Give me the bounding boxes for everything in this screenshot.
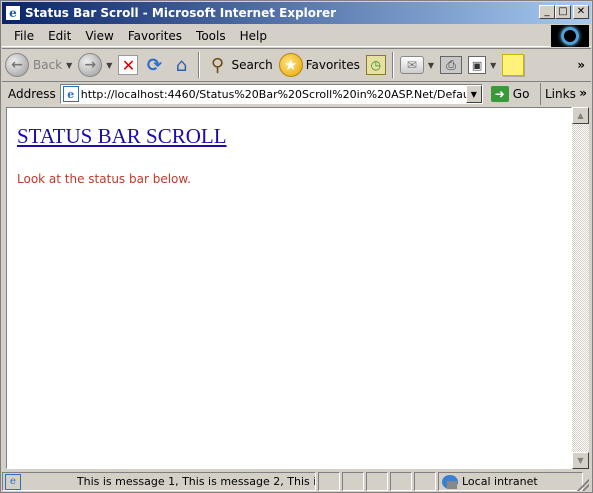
standard-toolbar: ← Back ▼ → ▼ ✕ ⟳ ⌂ ⚲ Search ★ Favorites … — [2, 48, 591, 82]
address-label: Address — [8, 87, 56, 101]
browser-window: e Status Bar Scroll - Microsoft Internet… — [0, 0, 593, 493]
maximize-button[interactable]: □ — [555, 5, 571, 19]
address-dropdown-icon[interactable]: ▼ — [465, 85, 482, 103]
history-icon: ◷ — [365, 55, 386, 75]
links-overflow-icon[interactable]: » — [579, 86, 587, 100]
links-toolbar[interactable]: Links — [540, 83, 576, 105]
edit-button[interactable]: ▣ ▼ — [465, 50, 499, 80]
go-arrow-icon: ➜ — [490, 86, 509, 102]
forward-arrow-icon: → — [78, 53, 103, 77]
status-panel — [342, 472, 364, 491]
security-zone-panel[interactable]: Local intranet — [438, 472, 583, 491]
menu-favorites[interactable]: Favorites — [121, 29, 189, 43]
status-panel — [318, 472, 340, 491]
mail-dropdown-icon[interactable]: ▼ — [428, 61, 434, 70]
refresh-icon: ⟳ — [146, 54, 162, 76]
windows-throbber-icon — [551, 25, 589, 47]
menu-file[interactable]: File — [2, 29, 41, 43]
page-viewport: STATUS BAR SCROLL Look at the status bar… — [6, 107, 572, 469]
notes-button[interactable] — [499, 50, 527, 80]
status-bar: e This is message 1, This is message 2, … — [2, 471, 591, 492]
resize-grip-icon[interactable] — [577, 479, 589, 491]
search-icon: ⚲ — [210, 54, 225, 76]
edit-dropdown-icon[interactable]: ▼ — [490, 61, 496, 70]
menu-tools[interactable]: Tools — [189, 29, 233, 43]
go-button[interactable]: ➜ Go — [490, 86, 530, 102]
status-panel — [366, 472, 388, 491]
page-heading-link[interactable]: STATUS BAR SCROLL — [17, 124, 227, 149]
go-label: Go — [512, 87, 530, 101]
mail-button[interactable]: ✉ ▼ — [397, 50, 437, 80]
scroll-up-icon[interactable]: ▲ — [572, 107, 589, 124]
scroll-down-icon[interactable]: ▼ — [572, 452, 589, 469]
search-label: Search — [231, 58, 273, 72]
print-button[interactable]: ⎙ — [437, 50, 465, 80]
back-dropdown-icon[interactable]: ▼ — [66, 61, 72, 70]
page-favicon-icon: e — [62, 86, 79, 102]
refresh-button[interactable]: ⟳ — [141, 50, 167, 80]
home-icon: ⌂ — [175, 54, 188, 76]
toolbar-separator — [391, 52, 394, 78]
stop-button[interactable]: ✕ — [115, 50, 141, 80]
status-message: This is message 1, This is message 2, Th… — [76, 475, 315, 488]
local-intranet-icon — [442, 474, 458, 489]
title-bar[interactable]: e Status Bar Scroll - Microsoft Internet… — [2, 2, 591, 24]
menu-edit[interactable]: Edit — [41, 29, 78, 43]
toolbar-separator — [198, 52, 201, 78]
forward-dropdown-icon[interactable]: ▼ — [106, 61, 112, 70]
vertical-scrollbar[interactable]: ▲ ▼ — [572, 107, 589, 469]
sticky-note-icon — [502, 54, 525, 76]
menu-view[interactable]: View — [78, 29, 120, 43]
print-icon: ⎙ — [440, 56, 463, 74]
address-bar: Address e http://localhost:4460/Status%2… — [2, 83, 591, 105]
ie-logo-icon: e — [5, 5, 21, 21]
address-url[interactable]: http://localhost:4460/Status%20Bar%20Scr… — [81, 88, 466, 101]
favorites-button[interactable]: ★ Favorites — [276, 50, 363, 80]
window-title: Status Bar Scroll - Microsoft Internet E… — [25, 6, 337, 20]
stop-icon: ✕ — [118, 55, 139, 75]
page-status-icon: e — [5, 473, 21, 490]
mail-icon: ✉ — [399, 56, 424, 74]
minimize-button[interactable]: _ — [539, 5, 555, 19]
menu-help[interactable]: Help — [233, 29, 274, 43]
toolbar-overflow-icon[interactable]: » — [577, 58, 585, 72]
search-button[interactable]: ⚲ Search — [203, 50, 275, 80]
status-panel — [390, 472, 412, 491]
favorites-star-icon: ★ — [278, 53, 303, 77]
page-body-text: Look at the status bar below. — [17, 172, 191, 186]
close-button[interactable]: ✕ — [573, 5, 589, 19]
back-label: Back — [33, 58, 63, 72]
back-arrow-icon: ← — [5, 53, 29, 77]
home-button[interactable]: ⌂ — [167, 50, 195, 80]
security-zone-label: Local intranet — [462, 475, 538, 488]
forward-button[interactable]: → ▼ — [75, 50, 115, 80]
links-label: Links — [545, 87, 576, 101]
address-input[interactable]: e http://localhost:4460/Status%20Bar%20S… — [59, 84, 483, 104]
status-panel — [414, 472, 436, 491]
favorites-label: Favorites — [305, 58, 360, 72]
edit-page-icon: ▣ — [468, 56, 487, 74]
menu-bar: File Edit View Favorites Tools Help — [2, 25, 591, 47]
status-message-panel: e This is message 1, This is message 2, … — [2, 472, 316, 491]
history-button[interactable]: ◷ — [363, 50, 389, 80]
window-controls: _ □ ✕ — [539, 5, 589, 19]
back-button[interactable]: ← Back ▼ — [2, 50, 75, 80]
